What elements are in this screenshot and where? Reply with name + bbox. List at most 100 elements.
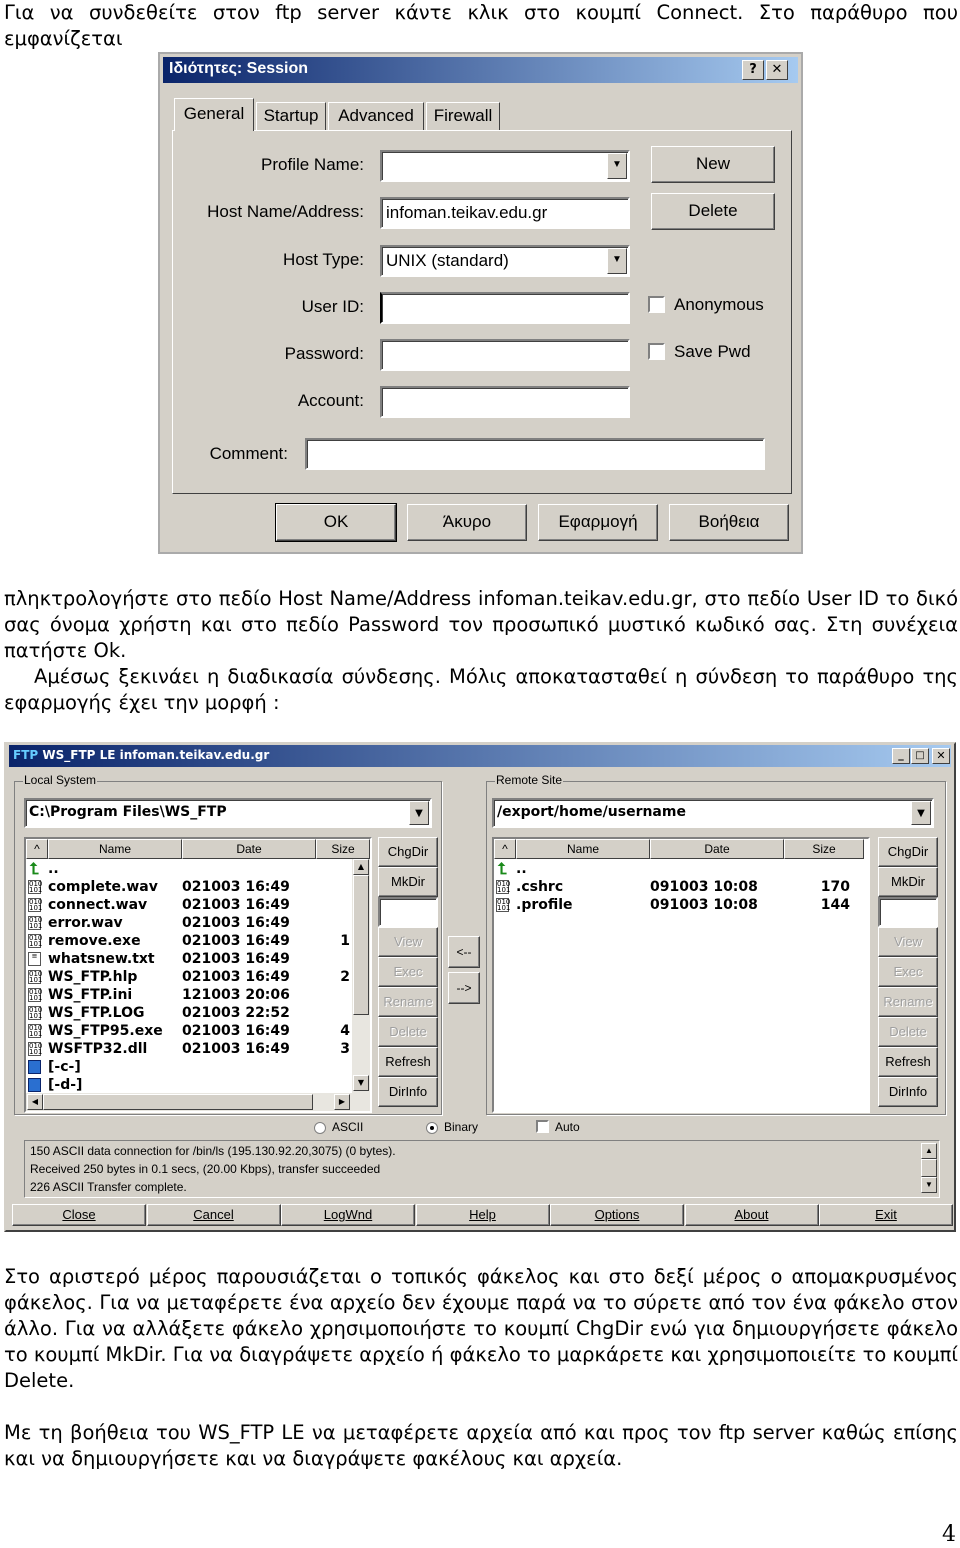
refresh-button[interactable]: Refresh bbox=[378, 1047, 438, 1077]
remote-file-list[interactable]: ^ Name Date Size ⮤ .. 010 101 .cshrc 0910… bbox=[492, 837, 870, 1113]
file-row[interactable]: 010 101 WS_FTP95.exe 021003 16:49 4 bbox=[26, 1022, 356, 1040]
about-button[interactable]: About bbox=[684, 1204, 819, 1226]
rename-button[interactable]: Rename bbox=[878, 987, 938, 1017]
exec-button[interactable]: Exec bbox=[878, 957, 938, 987]
sort-icon[interactable]: ^ bbox=[494, 839, 516, 859]
sort-icon[interactable]: ^ bbox=[26, 839, 48, 859]
column-date[interactable]: Date bbox=[182, 839, 316, 859]
ascii-radio[interactable] bbox=[314, 1122, 326, 1134]
file-name: .cshrc bbox=[516, 879, 564, 895]
ok-button[interactable]: OK bbox=[275, 503, 397, 542]
refresh-button[interactable]: Refresh bbox=[878, 1047, 938, 1077]
scroll-down-icon[interactable]: ▼ bbox=[921, 1177, 937, 1193]
mkdir-button[interactable]: MkDir bbox=[878, 867, 938, 897]
save-pwd-checkbox[interactable] bbox=[648, 343, 665, 360]
help-icon[interactable]: ? bbox=[742, 60, 764, 80]
minimize-icon[interactable]: _ bbox=[892, 748, 910, 764]
hscroll-thumb[interactable] bbox=[43, 1094, 313, 1110]
chevron-down-icon[interactable]: ▼ bbox=[911, 801, 931, 825]
close-icon[interactable]: ✕ bbox=[932, 748, 950, 764]
filter-field[interactable] bbox=[378, 897, 438, 927]
file-row[interactable]: ⮤ .. bbox=[26, 860, 356, 878]
column-name[interactable]: Name bbox=[48, 839, 182, 859]
scroll-up-icon[interactable]: ▲ bbox=[353, 859, 369, 875]
help-button[interactable]: Help bbox=[415, 1204, 550, 1226]
help-button[interactable]: Βοήθεια bbox=[669, 504, 789, 541]
file-row[interactable]: 010 101 .cshrc 091003 10:08 170 bbox=[494, 878, 856, 896]
file-row[interactable]: 010 101 error.wav 021003 16:49 bbox=[26, 914, 356, 932]
window-titlebar: FTP WS_FTP LE infoman.teikav.edu.gr bbox=[9, 745, 951, 767]
tab-startup[interactable]: Startup bbox=[256, 102, 326, 130]
new-button[interactable]: New bbox=[651, 146, 775, 183]
dirinfo-button[interactable]: DirInfo bbox=[878, 1077, 938, 1107]
host-name-field[interactable]: infoman.teikav.edu.gr bbox=[380, 197, 630, 229]
chgdir-button[interactable]: ChgDir bbox=[878, 837, 938, 867]
column-date[interactable]: Date bbox=[650, 839, 784, 859]
apply-button[interactable]: Εφαρμογή bbox=[538, 504, 658, 541]
log-area[interactable]: 150 ASCII data connection for /bin/ls (1… bbox=[24, 1140, 940, 1198]
column-name[interactable]: Name bbox=[516, 839, 650, 859]
profile-name-combo[interactable]: ▼ bbox=[380, 150, 630, 182]
view-button[interactable]: View bbox=[378, 927, 438, 957]
exec-button[interactable]: Exec bbox=[378, 957, 438, 987]
file-row[interactable]: [-c-] bbox=[26, 1058, 356, 1076]
file-row[interactable]: 010 101 WS_FTP.hlp 021003 16:49 2 bbox=[26, 968, 356, 986]
maximize-icon[interactable]: □ bbox=[911, 748, 929, 764]
scroll-right-icon[interactable]: ▶ bbox=[334, 1094, 350, 1110]
file-row[interactable]: 010 101 WS_FTP.LOG 021003 22:52 bbox=[26, 1004, 356, 1022]
dirinfo-button[interactable]: DirInfo bbox=[378, 1077, 438, 1107]
column-size[interactable]: Size bbox=[784, 839, 864, 859]
view-button[interactable]: View bbox=[878, 927, 938, 957]
tab-firewall[interactable]: Firewall bbox=[426, 102, 500, 130]
rename-button[interactable]: Rename bbox=[378, 987, 438, 1017]
file-row[interactable]: 010 101 remove.exe 021003 16:49 1 bbox=[26, 932, 356, 950]
scroll-down-icon[interactable]: ▼ bbox=[353, 1075, 369, 1091]
scroll-thumb[interactable] bbox=[353, 875, 369, 1015]
remote-path-combo[interactable]: /export/home/username ▼ bbox=[492, 798, 934, 828]
chgdir-button[interactable]: ChgDir bbox=[378, 837, 438, 867]
file-row[interactable]: ≡ whatsnew.txt 021003 16:49 bbox=[26, 950, 356, 968]
user-id-field[interactable] bbox=[380, 292, 630, 324]
file-row[interactable]: 010 101 connect.wav 021003 16:49 bbox=[26, 896, 356, 914]
scroll-thumb[interactable] bbox=[921, 1159, 937, 1177]
tab-general[interactable]: General bbox=[174, 98, 254, 131]
delete-button[interactable]: Delete bbox=[878, 1017, 938, 1047]
host-type-select[interactable]: UNIX (standard) ▼ bbox=[380, 245, 630, 277]
binary-radio[interactable] bbox=[426, 1122, 438, 1134]
close-button[interactable]: Close bbox=[12, 1204, 146, 1226]
local-file-list[interactable]: ^ Name Date Size ⮤ .. 010 101 complete.wa… bbox=[24, 837, 372, 1113]
delete-button[interactable]: Delete bbox=[378, 1017, 438, 1047]
file-row[interactable]: 010 101 complete.wav 021003 16:49 bbox=[26, 878, 356, 896]
file-row[interactable]: 010 101 WSFTP32.dll 021003 16:49 3 bbox=[26, 1040, 356, 1058]
anonymous-checkbox[interactable] bbox=[648, 296, 665, 313]
chevron-down-icon[interactable]: ▼ bbox=[607, 153, 627, 179]
cancel-button[interactable]: Cancel bbox=[146, 1204, 281, 1226]
file-row[interactable]: 010 101 .profile 091003 10:08 144 bbox=[494, 896, 856, 914]
delete-button[interactable]: Delete bbox=[651, 193, 775, 230]
chevron-down-icon[interactable]: ▼ bbox=[607, 248, 627, 274]
filter-field[interactable] bbox=[878, 897, 938, 927]
auto-checkbox[interactable] bbox=[536, 1120, 549, 1133]
cancel-button[interactable]: Άκυρο bbox=[407, 504, 527, 541]
tab-advanced[interactable]: Advanced bbox=[328, 102, 424, 130]
account-field[interactable] bbox=[380, 386, 630, 418]
upload-arrow-button[interactable]: <-- bbox=[448, 936, 480, 968]
mkdir-button[interactable]: MkDir bbox=[378, 867, 438, 897]
file-row[interactable]: [-d-] bbox=[26, 1076, 356, 1094]
exit-button[interactable]: Exit bbox=[819, 1204, 953, 1226]
password-field[interactable] bbox=[380, 339, 630, 371]
options-button[interactable]: Options bbox=[550, 1204, 684, 1226]
local-path-combo[interactable]: C:\Program Files\WS_FTP ▼ bbox=[24, 798, 432, 828]
scroll-left-icon[interactable]: ◀ bbox=[27, 1094, 43, 1110]
column-size[interactable]: Size bbox=[316, 839, 370, 859]
download-arrow-button[interactable]: --> bbox=[448, 972, 480, 1004]
scroll-up-icon[interactable]: ▲ bbox=[921, 1143, 937, 1159]
logwnd-button[interactable]: LogWnd bbox=[281, 1204, 415, 1226]
save-pwd-label: Save Pwd bbox=[674, 342, 751, 361]
close-icon[interactable]: ✕ bbox=[766, 60, 788, 80]
chevron-down-icon[interactable]: ▼ bbox=[409, 801, 429, 825]
file-row[interactable]: ⮤ .. bbox=[494, 860, 856, 878]
file-date: 021003 16:49 bbox=[182, 1041, 290, 1057]
file-row[interactable]: 010 101 WS_FTP.ini 121003 20:06 bbox=[26, 986, 356, 1004]
comment-field[interactable] bbox=[305, 438, 765, 470]
